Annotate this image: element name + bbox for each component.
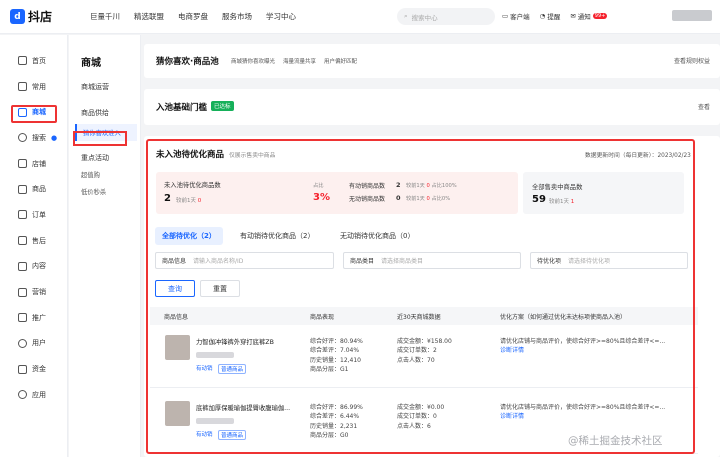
watermark: @稀土掘金技术社区 — [568, 435, 663, 447]
sidebar-item-home[interactable]: 首页 — [0, 48, 67, 74]
top-right: ▭ 客户端 ◔ 提醒 ✉ 通知 99+ — [502, 11, 608, 21]
sidebar-item-apps[interactable]: 应用 — [0, 382, 67, 408]
nav-item[interactable]: 巨量千川 — [90, 11, 120, 22]
view-link[interactable]: 查看 — [698, 102, 710, 111]
sidebar-label: 店铺 — [32, 159, 46, 168]
sidebar-label: 售后 — [32, 236, 46, 245]
remind-button[interactable]: ◔ 提醒 — [540, 11, 561, 21]
top-nav: 巨量千川 精选联盟 电商罗盘 服务市场 学习中心 — [90, 11, 296, 22]
pool-title: 猜你喜欢·商品池 — [156, 57, 219, 67]
sidebar-label: 商品 — [32, 185, 46, 194]
brand-name: 抖店 — [28, 10, 53, 24]
megaphone-icon — [18, 287, 27, 297]
sub-menu-group[interactable]: 商品供给 — [69, 104, 140, 121]
mail-icon: ✉ — [570, 12, 576, 20]
sidebar-item-users[interactable]: 用户 — [0, 331, 67, 357]
nav-item[interactable]: 服务市场 — [222, 11, 252, 22]
home-icon — [18, 56, 27, 66]
search-placeholder: 搜索中心 — [411, 13, 438, 22]
sidebar-item-funds[interactable]: 资金 — [0, 356, 67, 382]
sub-menu-group[interactable]: 商城运营 — [69, 78, 140, 95]
status-badge: 已达标 — [211, 101, 234, 111]
notice-button[interactable]: ✉ 通知 99+ — [570, 11, 608, 21]
wallet-icon — [18, 364, 27, 374]
sub-menu-group[interactable]: 重点活动 — [69, 149, 140, 166]
nav-item[interactable]: 电商罗盘 — [178, 11, 208, 22]
monitor-icon: ▭ — [502, 12, 509, 20]
highlight-box — [11, 105, 57, 123]
search-input[interactable]: ⌕ 搜索中心 — [397, 8, 495, 25]
sub-menu: 商城 商城运营 商品供给 猜你喜欢准入 重点活动 超值购 低价秒杀 — [69, 35, 141, 457]
sidebar-label: 首页 — [32, 56, 46, 65]
user-icon — [18, 338, 27, 348]
sidebar-item-search[interactable]: 搜索 ● — [0, 125, 67, 151]
nav-item[interactable]: 精选联盟 — [134, 11, 164, 22]
sidebar-item-aftersale[interactable]: 售后 — [0, 228, 67, 254]
sidebar-label: 营销 — [32, 288, 46, 297]
refund-icon — [18, 236, 27, 246]
content-icon — [18, 261, 27, 271]
brand-logo[interactable]: d 抖店 — [10, 8, 52, 25]
sidebar-item-promotion[interactable]: 推广 — [0, 305, 67, 331]
client-button[interactable]: ▭ 客户端 — [502, 11, 530, 21]
sidebar-label: 应用 — [32, 390, 46, 399]
sidebar: 首页 常用 商城 搜索 ● 店铺 商品 订单 售后 内容 营销 推广 用户 资金 … — [0, 35, 68, 457]
rocket-icon — [18, 313, 27, 323]
sidebar-label: 常用 — [32, 82, 46, 91]
sub-menu-item[interactable]: 低价秒杀 — [69, 183, 140, 200]
avatar[interactable] — [672, 10, 712, 21]
bookmark-icon — [18, 82, 27, 92]
sidebar-item-goods[interactable]: 商品 — [0, 176, 67, 202]
sidebar-label: 搜索 — [32, 133, 46, 142]
pool-tag: 商城猜你喜欢曝光 — [231, 59, 276, 65]
sidebar-label: 内容 — [32, 262, 46, 271]
sidebar-label: 资金 — [32, 365, 46, 374]
shop-icon — [18, 159, 27, 169]
sidebar-label: 用户 — [32, 339, 46, 348]
apps-icon — [18, 390, 27, 400]
sidebar-item-content[interactable]: 内容 — [0, 254, 67, 280]
dot-icon: ● — [51, 133, 58, 142]
top-bar: d 抖店 巨量千川 精选联盟 电商罗盘 服务市场 学习中心 ⌕ 搜索中心 ▭ 客户端 … — [0, 0, 720, 34]
sidebar-item-shop[interactable]: 店铺 — [0, 151, 67, 177]
sidebar-label: 订单 — [32, 210, 46, 219]
rule-link[interactable]: 查看规则权益 — [674, 56, 710, 65]
remind-label: 提醒 — [547, 13, 561, 21]
highlight-box — [146, 139, 695, 454]
search-icon — [18, 133, 27, 143]
search-icon: ⌕ — [404, 12, 408, 20]
threshold-title: 入池基础门槛 — [156, 103, 208, 113]
sidebar-item-orders[interactable]: 订单 — [0, 202, 67, 228]
threshold-card: 入池基础门槛 已达标 查看 — [144, 89, 720, 125]
pool-tags: 商城猜你喜欢曝光 海量流量共享 用户偏好匹配 — [231, 57, 357, 65]
sidebar-item-marketing[interactable]: 营销 — [0, 279, 67, 305]
box-icon — [18, 184, 27, 194]
sidebar-item-common[interactable]: 常用 — [0, 74, 67, 100]
client-label: 客户端 — [510, 13, 530, 21]
pool-card: 猜你喜欢·商品池 商城猜你喜欢曝光 海量流量共享 用户偏好匹配 查看规则权益 — [144, 44, 720, 78]
nav-item[interactable]: 学习中心 — [266, 11, 296, 22]
sub-menu-title: 商城 — [81, 58, 101, 69]
document-icon — [18, 210, 27, 220]
notice-badge: 99+ — [592, 13, 608, 19]
sidebar-label: 推广 — [32, 313, 46, 322]
sub-menu-item[interactable]: 超值购 — [69, 166, 140, 183]
highlight-box — [73, 131, 127, 146]
pool-tag: 用户偏好匹配 — [324, 59, 358, 65]
notice-label: 通知 — [577, 13, 591, 21]
logo-icon: d — [10, 9, 25, 24]
bell-icon: ◔ — [539, 12, 546, 20]
pool-tag: 海量流量共享 — [283, 59, 317, 65]
